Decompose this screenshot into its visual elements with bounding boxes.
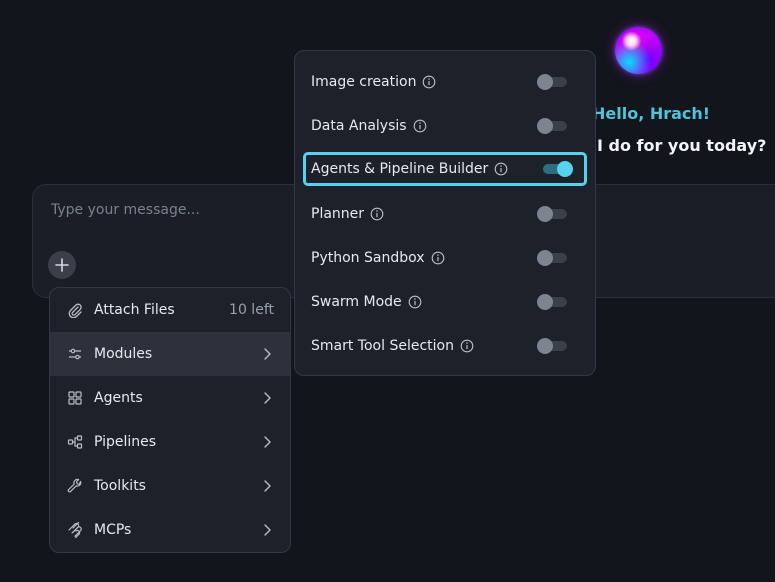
info-icon[interactable]: [431, 251, 445, 265]
menu-item-modules[interactable]: Modules: [50, 332, 290, 376]
module-row-swarm-mode[interactable]: Swarm Mode: [303, 286, 587, 318]
module-label: Data Analysis: [311, 118, 407, 134]
module-label: Image creation: [311, 74, 417, 90]
mcp-icon: [66, 521, 84, 539]
menu-item-attach-files[interactable]: Attach Files 10 left: [50, 288, 290, 332]
menu-item-mcps[interactable]: MCPs: [50, 508, 290, 552]
wrench-icon: [66, 477, 84, 495]
module-row-data-analysis[interactable]: Data Analysis: [303, 110, 587, 142]
attach-menu: Attach Files 10 left Modules Agents Pipe…: [49, 287, 291, 553]
menu-item-pipelines[interactable]: Pipelines: [50, 420, 290, 464]
module-toggle[interactable]: [537, 206, 567, 222]
menu-item-label: Modules: [94, 346, 153, 362]
menu-item-label: Agents: [94, 390, 143, 406]
module-toggle[interactable]: [537, 118, 567, 134]
plus-icon: [55, 258, 69, 272]
toggle-knob: [537, 118, 553, 134]
module-row-agents-pipeline-builder[interactable]: Agents & Pipeline Builder: [303, 152, 587, 186]
module-toggle[interactable]: [537, 294, 567, 310]
toggle-knob: [537, 74, 553, 90]
chevron-right-icon: [264, 524, 271, 536]
toggle-knob: [537, 206, 553, 222]
menu-item-agents[interactable]: Agents: [50, 376, 290, 420]
pipeline-icon: [66, 433, 84, 451]
menu-item-toolkits[interactable]: Toolkits: [50, 464, 290, 508]
info-icon[interactable]: [494, 162, 508, 176]
chevron-right-icon: [264, 348, 271, 360]
module-label: Planner: [311, 206, 365, 222]
info-icon[interactable]: [370, 207, 384, 221]
info-icon[interactable]: [422, 75, 436, 89]
add-attachment-button[interactable]: [48, 251, 76, 279]
assistant-orb-logo: [615, 27, 662, 74]
chevron-right-icon: [264, 480, 271, 492]
module-label: Agents & Pipeline Builder: [311, 161, 489, 177]
info-icon[interactable]: [413, 119, 427, 133]
module-toggle[interactable]: [537, 250, 567, 266]
menu-item-label: Toolkits: [94, 478, 146, 494]
grid-icon: [66, 389, 84, 407]
message-input[interactable]: [49, 201, 289, 219]
paperclip-icon: [66, 301, 84, 319]
module-label: Swarm Mode: [311, 294, 402, 310]
greeting-text: Hello, Hrach!: [592, 104, 711, 123]
toggle-knob: [557, 161, 573, 177]
chevron-right-icon: [264, 436, 271, 448]
info-icon[interactable]: [408, 295, 422, 309]
info-icon[interactable]: [460, 339, 474, 353]
toggle-knob: [537, 294, 553, 310]
menu-item-label: Pipelines: [94, 434, 157, 450]
module-label: Smart Tool Selection: [311, 338, 454, 354]
module-row-python-sandbox[interactable]: Python Sandbox: [303, 242, 587, 274]
toggle-knob: [537, 338, 553, 354]
prompt-question: n I do for you today?: [580, 136, 767, 155]
sliders-icon: [66, 345, 84, 363]
chevron-right-icon: [264, 392, 271, 404]
module-row-image-creation[interactable]: Image creation: [303, 66, 587, 98]
modules-panel: Image creation Data Analysis Agents & Pi…: [294, 50, 596, 376]
menu-item-label: MCPs: [94, 522, 132, 538]
attach-remaining-count: 10 left: [229, 302, 274, 318]
module-label: Python Sandbox: [311, 250, 425, 266]
module-toggle[interactable]: [537, 338, 567, 354]
toggle-knob: [537, 250, 553, 266]
module-toggle[interactable]: [537, 74, 567, 90]
menu-item-label: Attach Files: [94, 302, 175, 318]
module-toggle[interactable]: [543, 161, 573, 177]
module-row-smart-tool-selection[interactable]: Smart Tool Selection: [303, 330, 587, 362]
module-row-planner[interactable]: Planner: [303, 198, 587, 230]
